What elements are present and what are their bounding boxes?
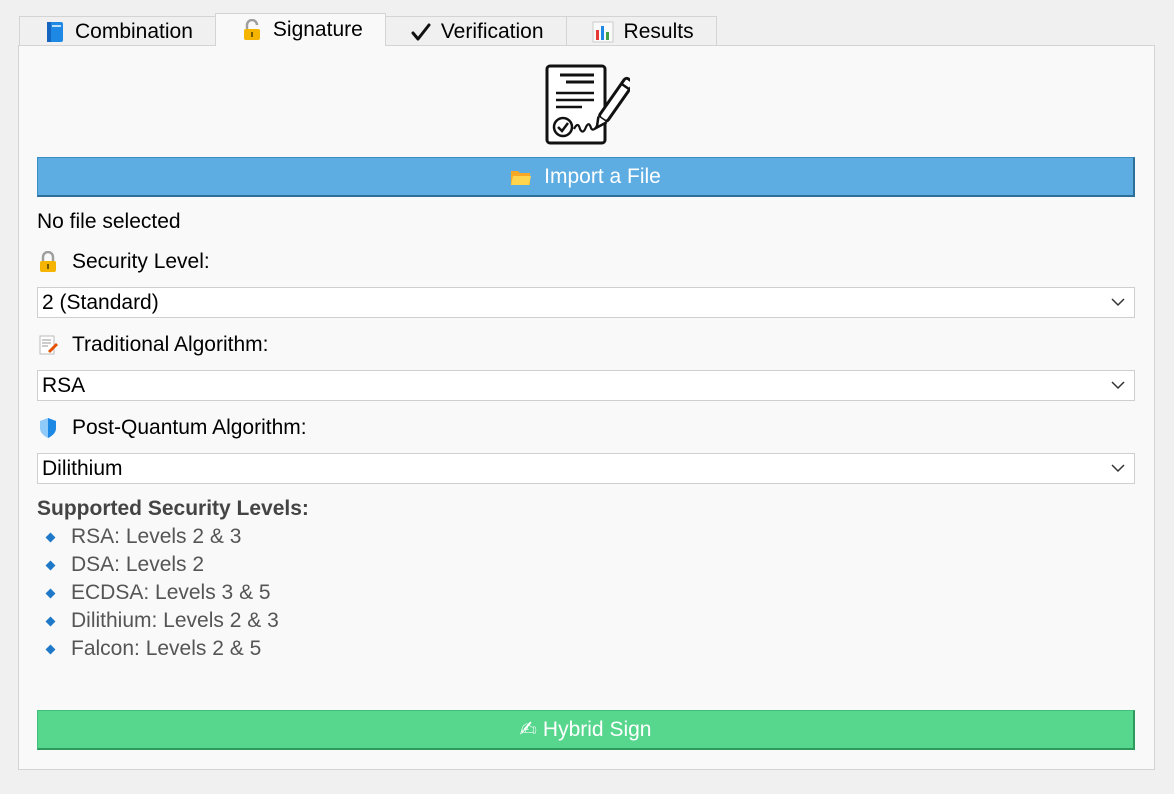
tab-combination[interactable]: Combination — [19, 16, 216, 46]
post-quantum-algorithm-value: Dilithium — [42, 456, 123, 480]
hybrid-sign-button-label: ✍ Hybrid Sign — [519, 718, 652, 741]
security-level-label-text: Security Level: — [72, 250, 210, 273]
tab-label: Results — [623, 19, 694, 43]
folder-icon — [510, 168, 532, 186]
file-status: No file selected — [37, 210, 181, 233]
tab-label: Combination — [75, 19, 193, 43]
traditional-algorithm-label: Traditional Algorithm: — [37, 333, 268, 357]
import-file-button-label: Import a File — [544, 164, 661, 188]
list-item-text: DSA: Levels 2 — [71, 553, 205, 576]
security-level-select[interactable]: 2 (Standard) — [37, 287, 1135, 318]
bar-chart-icon — [592, 21, 614, 43]
list-item-text: RSA: Levels 2 & 3 — [71, 525, 242, 548]
diamond-bullet-icon — [45, 644, 56, 654]
traditional-algorithm-select[interactable]: RSA — [37, 370, 1135, 401]
shield-icon — [37, 417, 59, 439]
security-level-label: Security Level: — [37, 250, 210, 274]
traditional-algorithm-value: RSA — [42, 373, 86, 397]
lock-with-pen-icon — [241, 19, 263, 41]
list-item-text: Dilithium: Levels 2 & 3 — [71, 609, 279, 632]
check-mark-icon — [411, 22, 431, 42]
tab-bar: Combination Signature Verification Resul… — [19, 13, 717, 46]
chevron-down-icon — [1111, 381, 1125, 390]
import-file-button[interactable]: Import a File — [37, 157, 1135, 197]
list-item: ECDSA: Levels 3 & 5 — [45, 579, 279, 607]
tab-label: Signature — [272, 18, 363, 41]
tab-label: Verification — [440, 19, 544, 43]
memo-icon — [37, 334, 59, 356]
list-item: Falcon: Levels 2 & 5 — [45, 635, 279, 663]
hybrid-sign-button[interactable]: ✍ Hybrid Sign — [37, 710, 1135, 750]
diamond-bullet-icon — [45, 560, 56, 570]
diamond-bullet-icon — [45, 616, 56, 626]
list-item-text: ECDSA: Levels 3 & 5 — [71, 581, 271, 604]
chevron-down-icon — [1111, 298, 1125, 307]
tab-results[interactable]: Results — [565, 16, 717, 46]
diamond-bullet-icon — [45, 532, 56, 542]
chevron-down-icon — [1111, 464, 1125, 473]
list-item: DSA: Levels 2 — [45, 551, 279, 579]
supported-levels-list: RSA: Levels 2 & 3 DSA: Levels 2 ECDSA: L… — [45, 523, 279, 663]
list-item-text: Falcon: Levels 2 & 5 — [71, 637, 262, 660]
signed-document-icon — [544, 63, 635, 147]
list-item: Dilithium: Levels 2 & 3 — [45, 607, 279, 635]
post-quantum-algorithm-select[interactable]: Dilithium — [37, 453, 1135, 484]
list-item: RSA: Levels 2 & 3 — [45, 523, 279, 551]
lock-icon — [37, 251, 59, 273]
post-quantum-algorithm-label-text: Post-Quantum Algorithm: — [72, 416, 307, 439]
security-level-value: 2 (Standard) — [42, 290, 159, 314]
tab-verification[interactable]: Verification — [384, 16, 567, 46]
blue-book-icon — [45, 21, 65, 43]
traditional-algorithm-label-text: Traditional Algorithm: — [72, 333, 269, 356]
post-quantum-algorithm-label: Post-Quantum Algorithm: — [37, 416, 307, 440]
diamond-bullet-icon — [45, 588, 56, 598]
tab-signature[interactable]: Signature — [214, 13, 386, 46]
supported-levels-title: Supported Security Levels: — [37, 497, 309, 520]
